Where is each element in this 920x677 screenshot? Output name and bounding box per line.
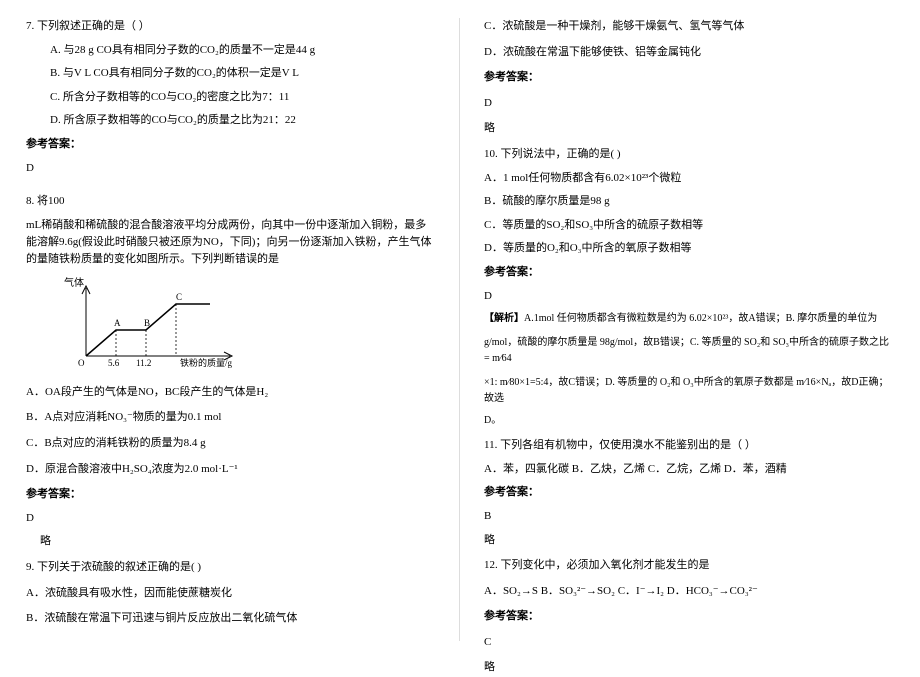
q7-option-d: D. 所含原子数相等的CO与CO₂的质量之比为21：22 xyxy=(26,112,435,130)
q10-exp-4: D。 xyxy=(484,413,894,429)
q10-exp-1: 【解析】A.1mol 任何物质都含有微粒数是约为 6.02×10²³，故A错误；… xyxy=(484,311,894,327)
chart-svg: 气体 A B C O 5.6 11.2 铁粉的质量/g xyxy=(58,274,248,374)
q9-option-a: A．浓硫酸具有吸水性，因而能使蔗糖炭化 xyxy=(26,585,435,603)
chart-point-c: C xyxy=(176,292,182,302)
q10-stem: 10. 下列说法中，正确的是( ) xyxy=(484,146,894,164)
q9-answer: D xyxy=(484,95,894,113)
q10-exp-3: ×1: m⁄80×1=5:4，故C错误；D. 等质量的 O₂和 O₃中所含的氧原… xyxy=(484,375,894,407)
q10-option-d: D．等质量的O₂和O₃中所含的氧原子数相等 xyxy=(484,240,894,258)
q8-option-c: C．B点对应的消耗铁粉的质量为8.4 g xyxy=(26,435,435,453)
q7-option-c: C. 所含分子数相等的CO与CO₂的密度之比为7：11 xyxy=(26,89,435,107)
q9-option-d: D．浓硫酸在常温下能够使铁、铝等金属钝化 xyxy=(484,44,894,62)
chart-tick-11-2: 11.2 xyxy=(136,358,151,368)
q11-options: A．苯，四氯化碳 B．乙炔，乙烯 C．乙烷，乙烯 D．苯，酒精 xyxy=(484,461,894,479)
chart-tick-5-6: 5.6 xyxy=(108,358,120,368)
q10-option-c: C．等质量的SO₂和SO₃中所含的硫原子数相等 xyxy=(484,217,894,235)
q9-option-c: C．浓硫酸是一种干燥剂，能够干燥氨气、氢气等气体 xyxy=(484,18,894,36)
q7-stem: 7. 下列叙述正确的是（ ） xyxy=(26,18,435,36)
q9-stem: 9. 下列关于浓硫酸的叙述正确的是( ) xyxy=(26,559,435,577)
q8-option-a: A．OA段产生的气体是NO，BC段产生的气体是H₂ xyxy=(26,384,435,402)
q11-answer: B xyxy=(484,508,894,526)
q8-stem-2: mL稀硝酸和稀硫酸的混合酸溶液平均分成两份，向其中一份中逐渐加入铜粉，最多能溶解… xyxy=(26,217,435,268)
left-column: 7. 下列叙述正确的是（ ） A. 与28 g CO具有相同分子数的CO₂的质量… xyxy=(26,18,460,641)
q10-option-a: A．1 mol任何物质都含有6.02×10²³个微粒 xyxy=(484,170,894,188)
q8-chart: 气体 A B C O 5.6 11.2 铁粉的质量/g xyxy=(58,274,435,374)
q7-answer-label: 参考答案： xyxy=(26,136,435,154)
page: 7. 下列叙述正确的是（ ） A. 与28 g CO具有相同分子数的CO₂的质量… xyxy=(0,0,920,651)
q10-answer-label: 参考答案： xyxy=(484,264,894,282)
q12-answer: C xyxy=(484,634,894,652)
q12-options: A．SO₂→S B．SO₃²⁻→SO₂ C．I⁻→I₂ D．HCO₃⁻→CO₃²… xyxy=(484,583,894,601)
q7-option-a: A. 与28 g CO具有相同分子数的CO₂的质量不一定是44 g xyxy=(26,42,435,60)
q12-explanation: 略 xyxy=(484,659,894,677)
q8-stem-1: 8. 将100 xyxy=(26,193,435,211)
q8-option-b: B．A点对应消耗NO₃⁻物质的量为0.1 mol xyxy=(26,409,435,427)
chart-point-a: A xyxy=(114,318,121,328)
q12-answer-label: 参考答案： xyxy=(484,608,894,626)
q8-answer-label: 参考答案： xyxy=(26,486,435,504)
q12-stem: 12. 下列变化中，必须加入氧化剂才能发生的是 xyxy=(484,557,894,575)
q11-stem: 11. 下列各组有机物中，仅使用溴水不能鉴别出的是（ ） xyxy=(484,437,894,455)
chart-origin: O xyxy=(78,358,85,368)
right-column: C．浓硫酸是一种干燥剂，能够干燥氨气、氢气等气体 D．浓硫酸在常温下能够使铁、铝… xyxy=(460,18,894,641)
q8-explanation: 略 xyxy=(26,533,435,551)
q9-option-b: B．浓硫酸在常温下可迅速与铜片反应放出二氧化硫气体 xyxy=(26,610,435,628)
q9-answer-label: 参考答案： xyxy=(484,69,894,87)
q7-option-b: B. 与V L CO具有相同分子数的CO₂的体积一定是V L xyxy=(26,65,435,83)
q11-explanation: 略 xyxy=(484,532,894,550)
chart-x-label: 铁粉的质量/g xyxy=(180,357,233,368)
q10-option-b: B．硫酸的摩尔质量是98 g xyxy=(484,193,894,211)
q7-answer: D xyxy=(26,160,435,178)
q10-answer: D xyxy=(484,288,894,306)
q8-option-d: D．原混合酸溶液中H₂SO₄浓度为2.0 mol·L⁻¹ xyxy=(26,461,435,479)
chart-point-b: B xyxy=(144,318,150,328)
q11-answer-label: 参考答案： xyxy=(484,484,894,502)
q8-answer: D xyxy=(26,510,435,528)
chart-y-label: 气体 xyxy=(64,276,84,289)
q9-explanation: 略 xyxy=(484,120,894,138)
q10-exp-2: g/mol，硫酸的摩尔质量是 98g/mol，故B错误；C. 等质量的 SO₂和… xyxy=(484,335,894,367)
